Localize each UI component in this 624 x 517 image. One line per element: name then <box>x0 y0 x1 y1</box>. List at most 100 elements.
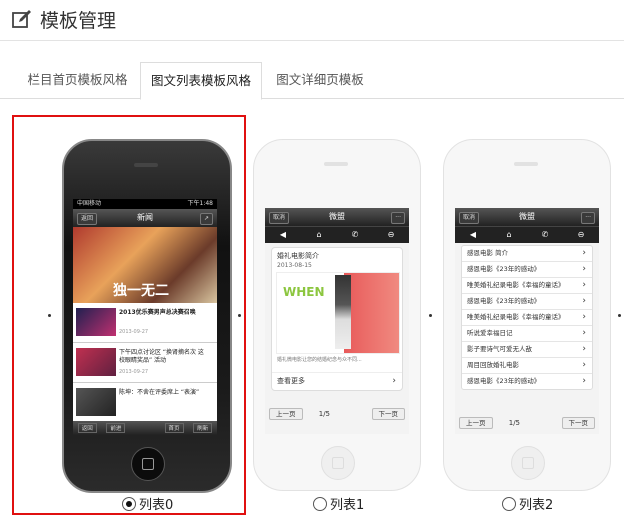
tab-column-home[interactable]: 栏目首页模板风格 <box>20 62 135 98</box>
card-image: WHEN <box>276 272 400 354</box>
icon-bar: ◀ ⌂ ✆ ⊖ <box>455 226 599 243</box>
next-page-button: 下一页 <box>371 408 405 420</box>
back-button: 返回 <box>77 213 98 225</box>
carrier-label: 中国移动 <box>77 200 102 207</box>
page-title: 模板管理 <box>40 10 117 32</box>
more-link: 查看更多 › <box>272 372 402 389</box>
tab-article-list[interactable]: 图文列表模板风格 <box>140 62 262 100</box>
list-item: 唯美婚礼纪录电影《幸福的童话》 <box>462 278 592 294</box>
thumbnail <box>76 388 116 416</box>
more-icon: ··· <box>391 212 405 224</box>
article-list: 感恩电影 简介 感恩电影《23年的感动》 唯美婚礼纪录电影《幸福的童话》 感恩电… <box>461 245 593 390</box>
template-radio-1[interactable]: 列表1 <box>313 494 364 513</box>
share-icon: ↗ <box>199 213 213 225</box>
icon-bar: ◀ ⌂ ✆ ⊖ <box>265 226 409 243</box>
radio-label: 列表0 <box>139 498 174 513</box>
home-icon: ⌂ <box>316 230 322 239</box>
template-radio-2[interactable]: 列表2 <box>502 494 553 513</box>
speaker <box>324 162 348 166</box>
ad-word: WHEN <box>283 285 325 299</box>
template-tabs: 栏目首页模板风格 图文列表模板风格 图文详细页模板 <box>0 62 624 100</box>
home-button <box>511 446 545 480</box>
list-item: 下午四点讨论区 “换肾摘名次 这校眼睛奖品” 活动 2013-09-27 <box>73 343 217 383</box>
list-item: 陈坤：不舍在评委席上 “表演” <box>73 383 217 422</box>
template-radio-0[interactable]: 列表0 <box>122 494 173 513</box>
tab-article-detail[interactable]: 图文详细页模板 <box>265 62 375 98</box>
thumbnail <box>76 348 116 376</box>
time-label: 下午1:48 <box>187 200 213 207</box>
next-page-button: 下一页 <box>561 417 595 429</box>
thumbnail <box>76 308 116 336</box>
template-card-2[interactable]: 取消 微盟 ··· ◀ ⌂ ✆ ⊖ 感恩电影 简介 感恩电影《23年的感动》 唯… <box>440 115 624 515</box>
speaker <box>134 163 158 167</box>
list-item: 感恩电影 简介 <box>462 246 592 262</box>
card-date: 2013-08-15 <box>277 262 312 269</box>
menu-circle-icon: ⊖ <box>387 230 395 239</box>
nav-title: 新闻 <box>137 213 153 222</box>
separator-dot <box>48 314 51 317</box>
hero-caption: 独一无二 <box>113 283 169 299</box>
list-item: 听说爱幸福日记 <box>462 326 592 342</box>
home-icon: ⌂ <box>506 230 512 239</box>
prev-page-button: 上一页 <box>459 417 493 429</box>
phone-icon: ✆ <box>351 230 359 239</box>
tabbar-home: 首页 <box>164 423 184 433</box>
phone-screen: 取消 微盟 ··· ◀ ⌂ ✆ ⊖ 感恩电影 简介 感恩电影《23年的感动》 唯… <box>455 208 599 434</box>
phone-screen: 中国移动 下午1:48 返回 新闻 ↗ 独一无二 2013优乐赛男声总决赛召唤 … <box>73 199 217 435</box>
radio-label: 列表2 <box>519 498 554 513</box>
phone-frame: 取消 微盟 ··· ◀ ⌂ ✆ ⊖ 婚礼电影简介 2013-08-15 WHEN… <box>253 139 421 491</box>
back-button: 取消 <box>269 212 290 224</box>
radio-label: 列表1 <box>330 498 365 513</box>
phone-icon: ✆ <box>541 230 549 239</box>
radio-button[interactable] <box>502 497 516 511</box>
card-title: 婚礼电影简介 <box>277 252 319 260</box>
prev-page-button: 上一页 <box>269 408 303 420</box>
item-title: 2013优乐赛男声总决赛召唤 <box>119 309 196 316</box>
page-number: 1/5 <box>508 419 520 427</box>
radio-button[interactable] <box>122 497 136 511</box>
tabbar-back: 返回 <box>77 423 97 433</box>
page-header: 模板管理 <box>0 0 624 41</box>
tab-bar: 返回 前进 首页 刷新 <box>73 421 217 435</box>
back-circle-icon: ◀ <box>469 230 477 239</box>
list-item: 感恩电影《23年的感动》 <box>462 262 592 278</box>
back-button: 取消 <box>459 212 480 224</box>
nav-title: 微盟 <box>329 212 345 221</box>
item-title: 下午四点讨论区 “换肾摘名次 这校眼睛奖品” 活动 <box>119 349 204 364</box>
list-item: 周目回放婚礼电影 <box>462 358 592 374</box>
home-button <box>321 446 355 480</box>
list-item: 感恩电影《23年的感动》 <box>462 374 592 389</box>
phone-screen: 取消 微盟 ··· ◀ ⌂ ✆ ⊖ 婚礼电影简介 2013-08-15 WHEN… <box>265 208 409 434</box>
item-title: 陈坤：不舍在评委席上 “表演” <box>119 389 200 396</box>
menu-circle-icon: ⊖ <box>577 230 585 239</box>
phone-frame: 中国移动 下午1:48 返回 新闻 ↗ 独一无二 2013优乐赛男声总决赛召唤 … <box>62 139 232 493</box>
home-button <box>131 447 165 481</box>
list-item: 感恩电影《23年的感动》 <box>462 294 592 310</box>
separator-dot <box>238 314 241 317</box>
list-item: 影子要诗气可爱无人敌 <box>462 342 592 358</box>
speaker <box>514 162 538 166</box>
nav-bar: 取消 微盟 ··· <box>265 208 409 226</box>
page-number: 1/5 <box>318 410 330 418</box>
list-item: 唯美婚礼纪录电影《幸福的童话》 <box>462 310 592 326</box>
card-text: 婚礼微电影让您的结婚纪念与众不同... <box>277 357 362 363</box>
item-date: 2013-09-27 <box>119 369 149 375</box>
back-circle-icon: ◀ <box>279 230 287 239</box>
pager: 上一页 1/5 下一页 <box>269 408 405 420</box>
phone-frame: 取消 微盟 ··· ◀ ⌂ ✆ ⊖ 感恩电影 简介 感恩电影《23年的感动》 唯… <box>443 139 611 491</box>
tabbar-refresh: 刷新 <box>193 423 213 433</box>
more-icon: ··· <box>581 212 595 224</box>
item-date: 2013-09-27 <box>119 329 149 335</box>
list-item: 2013优乐赛男声总决赛召唤 2013-09-27 <box>73 303 217 343</box>
nav-bar: 取消 微盟 ··· <box>455 208 599 226</box>
pager: 上一页 1/5 下一页 <box>459 417 595 429</box>
article-card: 婚礼电影简介 2013-08-15 WHEN 婚礼微电影让您的结婚纪念与众不同.… <box>271 247 403 391</box>
status-bar: 中国移动 下午1:48 <box>73 199 217 209</box>
chevron-right-icon: › <box>392 376 396 386</box>
tabbar-forward: 前进 <box>106 423 126 433</box>
radio-button[interactable] <box>313 497 327 511</box>
nav-title: 微盟 <box>519 212 535 221</box>
hero-image: 独一无二 <box>73 227 217 303</box>
edit-icon <box>12 10 31 28</box>
nav-bar: 返回 新闻 ↗ <box>73 209 217 227</box>
